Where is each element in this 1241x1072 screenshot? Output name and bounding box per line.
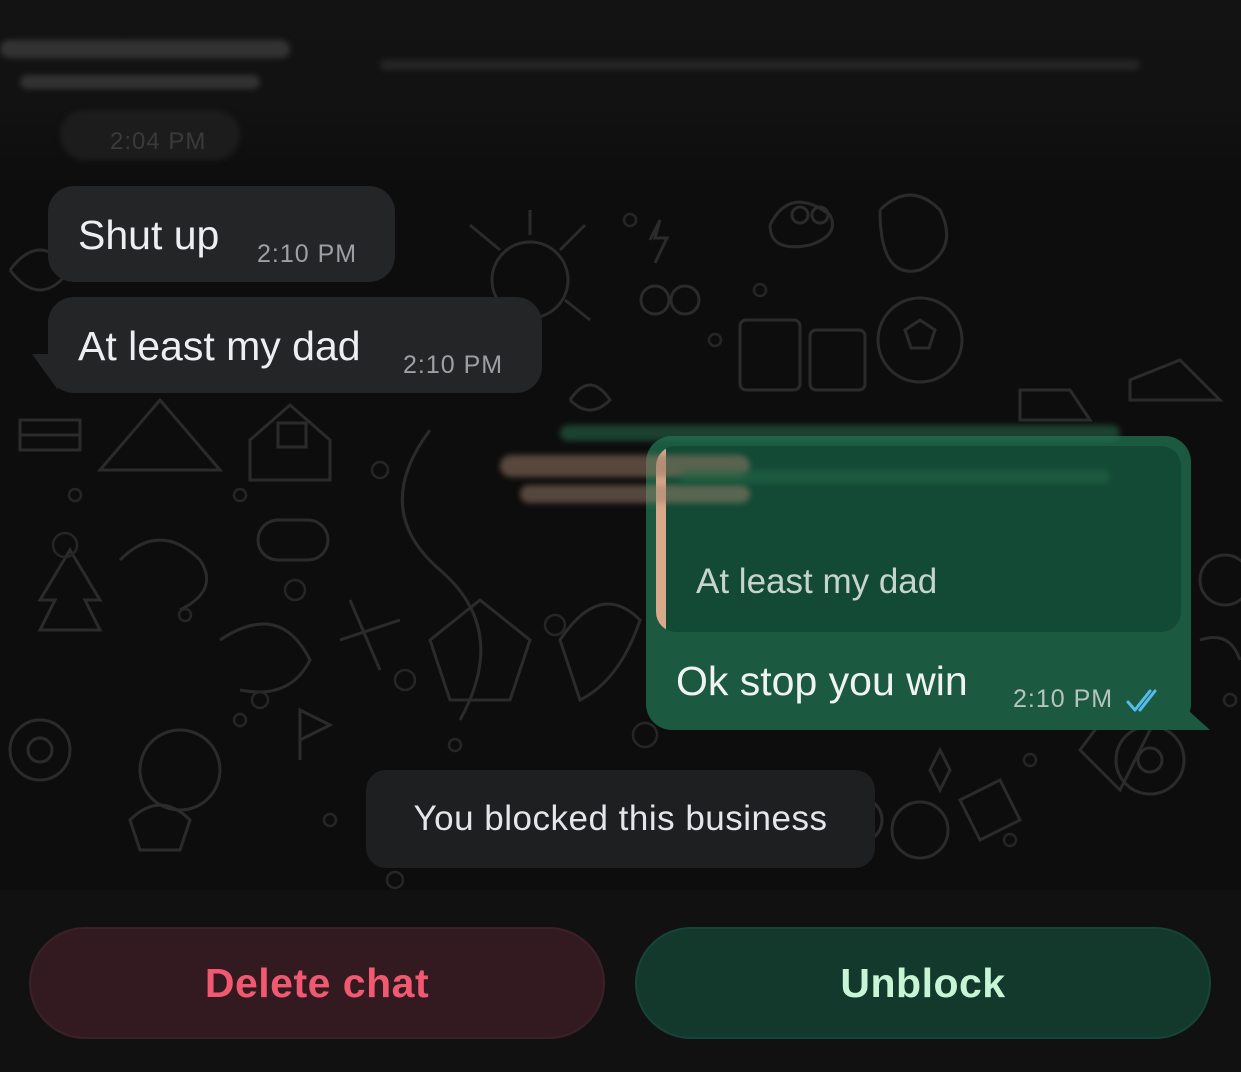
blocked-notice-text: You blocked this business — [413, 799, 828, 838]
blur-streak — [20, 75, 260, 89]
blur-streak — [520, 485, 750, 503]
chat-area[interactable]: 2:04 PM Shut up 2:10 PM At least my dad … — [0, 0, 1241, 890]
incoming-message-bubble[interactable]: At least my dad 2:10 PM — [48, 297, 542, 393]
message-text: Ok stop you win — [676, 658, 968, 704]
message-time: 2:10 PM — [403, 351, 504, 379]
message-text: Shut up — [78, 212, 220, 258]
message-time: 2:10 PM — [257, 240, 358, 268]
blur-streak — [560, 425, 1120, 441]
previous-message-time: 2:04 PM — [110, 128, 207, 155]
blocked-notice: You blocked this business — [366, 770, 875, 868]
message-text: At least my dad — [78, 323, 361, 369]
incoming-message-bubble[interactable]: Shut up 2:10 PM — [48, 186, 395, 282]
unblock-button[interactable]: Unblock — [635, 927, 1211, 1039]
quoted-reply-text: At least my dad — [696, 562, 938, 601]
blur-streak — [680, 470, 1110, 484]
delete-chat-button[interactable]: Delete chat — [29, 927, 605, 1039]
blur-streak — [380, 60, 1140, 70]
message-time: 2:10 PM — [1013, 685, 1114, 713]
blur-streak — [0, 40, 290, 58]
double-check-read-icon — [1126, 689, 1157, 712]
